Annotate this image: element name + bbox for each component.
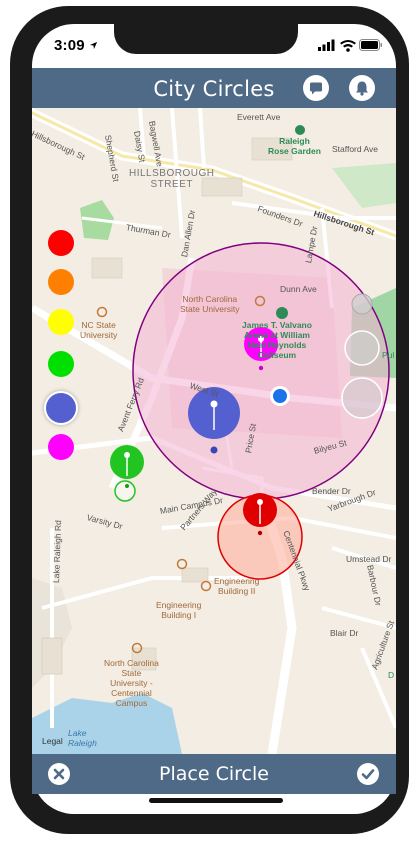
poi-label: North Carolina State University - Centen… <box>104 658 159 708</box>
poi-label: Engineering Building I <box>156 600 202 620</box>
arena-poi-icon <box>276 307 288 319</box>
street-label: Stafford Ave <box>332 144 378 154</box>
status-icons <box>318 38 382 52</box>
page-title: City Circles <box>153 77 275 101</box>
color-yellow-button[interactable] <box>48 309 74 335</box>
color-green-button[interactable] <box>48 351 74 377</box>
poi-label: Pul <box>382 350 395 360</box>
color-orange-button[interactable] <box>48 269 74 295</box>
color-red-button[interactable] <box>48 230 74 256</box>
place-circle-bar: Place Circle <box>32 754 396 794</box>
poi-label: D <box>388 670 395 680</box>
confirm-button[interactable] <box>357 763 379 785</box>
park-area-2 <box>332 163 396 208</box>
battery-icon <box>359 39 382 51</box>
notch <box>114 24 298 54</box>
poi-label: James T. Valvano Arena at William Neal R… <box>242 320 312 360</box>
street-label: Umstead Dr <box>346 554 392 564</box>
map-view[interactable]: Everett Ave Hillsborough St Shepherd St … <box>32 108 396 754</box>
footer-title: Place Circle <box>159 763 269 785</box>
app-header: City Circles <box>32 68 396 108</box>
color-magenta-button[interactable] <box>48 434 74 460</box>
status-time: 3:09 <box>54 37 98 54</box>
rose-garden-poi-icon <box>295 125 305 135</box>
message-button[interactable] <box>303 75 329 101</box>
poi-label: North Carolina State University <box>180 294 240 314</box>
checkmark-icon <box>361 769 375 780</box>
purple-circle-overlay <box>132 242 390 500</box>
street-label: Bender Dr <box>312 486 351 496</box>
street-label: Everett Ave <box>237 112 281 122</box>
street-label: Dunn Ave <box>280 284 317 294</box>
poi-label: Raleigh Rose Garden <box>268 136 321 156</box>
poi-label: Lake Raleigh <box>68 728 97 748</box>
home-indicator[interactable] <box>149 798 283 803</box>
time-text: 3:09 <box>54 37 85 54</box>
university-poi-icon <box>96 306 108 318</box>
street-label: Blair Dr <box>330 628 359 638</box>
green-pin[interactable] <box>110 445 144 502</box>
color-blue-button[interactable] <box>46 393 76 423</box>
current-location-icon <box>270 386 290 406</box>
wifi-icon <box>340 40 356 52</box>
poi-label: NC State University <box>80 320 118 340</box>
map-canvas[interactable] <box>32 108 396 754</box>
legal-link[interactable]: Legal <box>42 736 63 746</box>
area-label: HILLSBOROUGH STREET <box>129 168 215 190</box>
signal-icon <box>318 39 335 51</box>
poi-label: Engineering Building II <box>214 576 260 596</box>
location-arrow-icon <box>90 41 98 50</box>
notifications-button[interactable] <box>349 75 375 101</box>
message-icon <box>310 82 322 95</box>
bell-icon <box>356 81 368 96</box>
